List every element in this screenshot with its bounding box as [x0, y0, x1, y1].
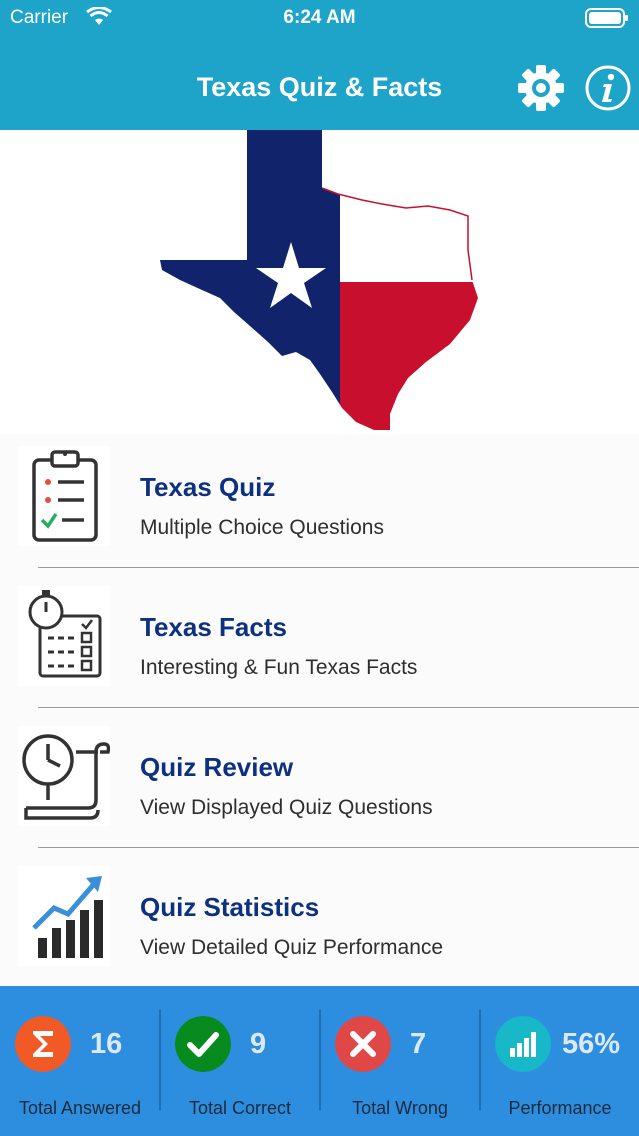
stat-total-correct: 9 Total Correct — [160, 986, 320, 1136]
stat-label: Total Correct — [188, 1098, 292, 1118]
menu-item-title: Texas Facts — [140, 612, 287, 642]
rising-chart-icon — [18, 866, 110, 966]
stat-total-wrong: 7 Total Wrong — [320, 986, 480, 1136]
menu-item-subtitle: View Displayed Quiz Questions — [140, 796, 433, 819]
stat-value: 16 — [90, 1028, 123, 1060]
battery-icon — [585, 8, 628, 28]
menu-item-title: Quiz Statistics — [140, 892, 320, 922]
stopwatch-list-icon — [18, 586, 110, 686]
stat-label: Total Wrong — [352, 1098, 448, 1118]
sigma-icon — [15, 1016, 71, 1072]
menu-item-title: Texas Quiz — [140, 472, 276, 502]
info-icon[interactable] — [584, 64, 632, 112]
clock-scroll-icon — [18, 726, 110, 826]
x-icon — [335, 1016, 391, 1072]
texas-flag-map — [0, 130, 639, 434]
stat-label: Total Answered — [18, 1098, 142, 1118]
stat-total-answered: 16 Total Answered — [0, 986, 160, 1136]
clipboard-checklist-icon — [18, 446, 110, 546]
divider — [38, 847, 639, 848]
status-time: 6:24 AM — [283, 7, 356, 28]
menu-item-texas-quiz[interactable]: Texas Quiz Multiple Choice Questions — [0, 434, 639, 574]
texas-flag-map-image — [160, 130, 478, 430]
stat-value: 7 — [410, 1028, 427, 1060]
check-icon — [175, 1016, 231, 1072]
stat-value: 56% — [562, 1028, 621, 1060]
bar-chart-icon — [495, 1016, 551, 1072]
stat-value: 9 — [250, 1028, 267, 1060]
menu-item-texas-facts[interactable]: Texas Facts Interesting & Fun Texas Fact… — [0, 574, 639, 714]
stat-label: Performance — [508, 1098, 612, 1118]
menu-item-subtitle: Interesting & Fun Texas Facts — [140, 656, 418, 679]
header: Carrier 6:24 AM Texas Quiz & Facts — [0, 0, 639, 130]
stats-bar: 16 Total Answered 9 Total Correct 7 Tota… — [0, 986, 639, 1136]
divider — [38, 707, 639, 708]
menu-item-subtitle: View Detailed Quiz Performance — [140, 936, 444, 959]
status-bar: Carrier 6:24 AM — [0, 0, 639, 36]
divider — [38, 567, 639, 568]
gear-icon[interactable] — [517, 64, 565, 112]
stat-performance: 56% Performance — [480, 986, 639, 1136]
menu-item-subtitle: Multiple Choice Questions — [140, 516, 384, 539]
menu-item-quiz-review[interactable]: Quiz Review View Displayed Quiz Question… — [0, 714, 639, 854]
menu-item-quiz-statistics[interactable]: Quiz Statistics View Detailed Quiz Perfo… — [0, 854, 639, 994]
menu-item-title: Quiz Review — [140, 752, 294, 782]
main-menu: Texas Quiz Multiple Choice Questions Tex… — [0, 434, 639, 994]
